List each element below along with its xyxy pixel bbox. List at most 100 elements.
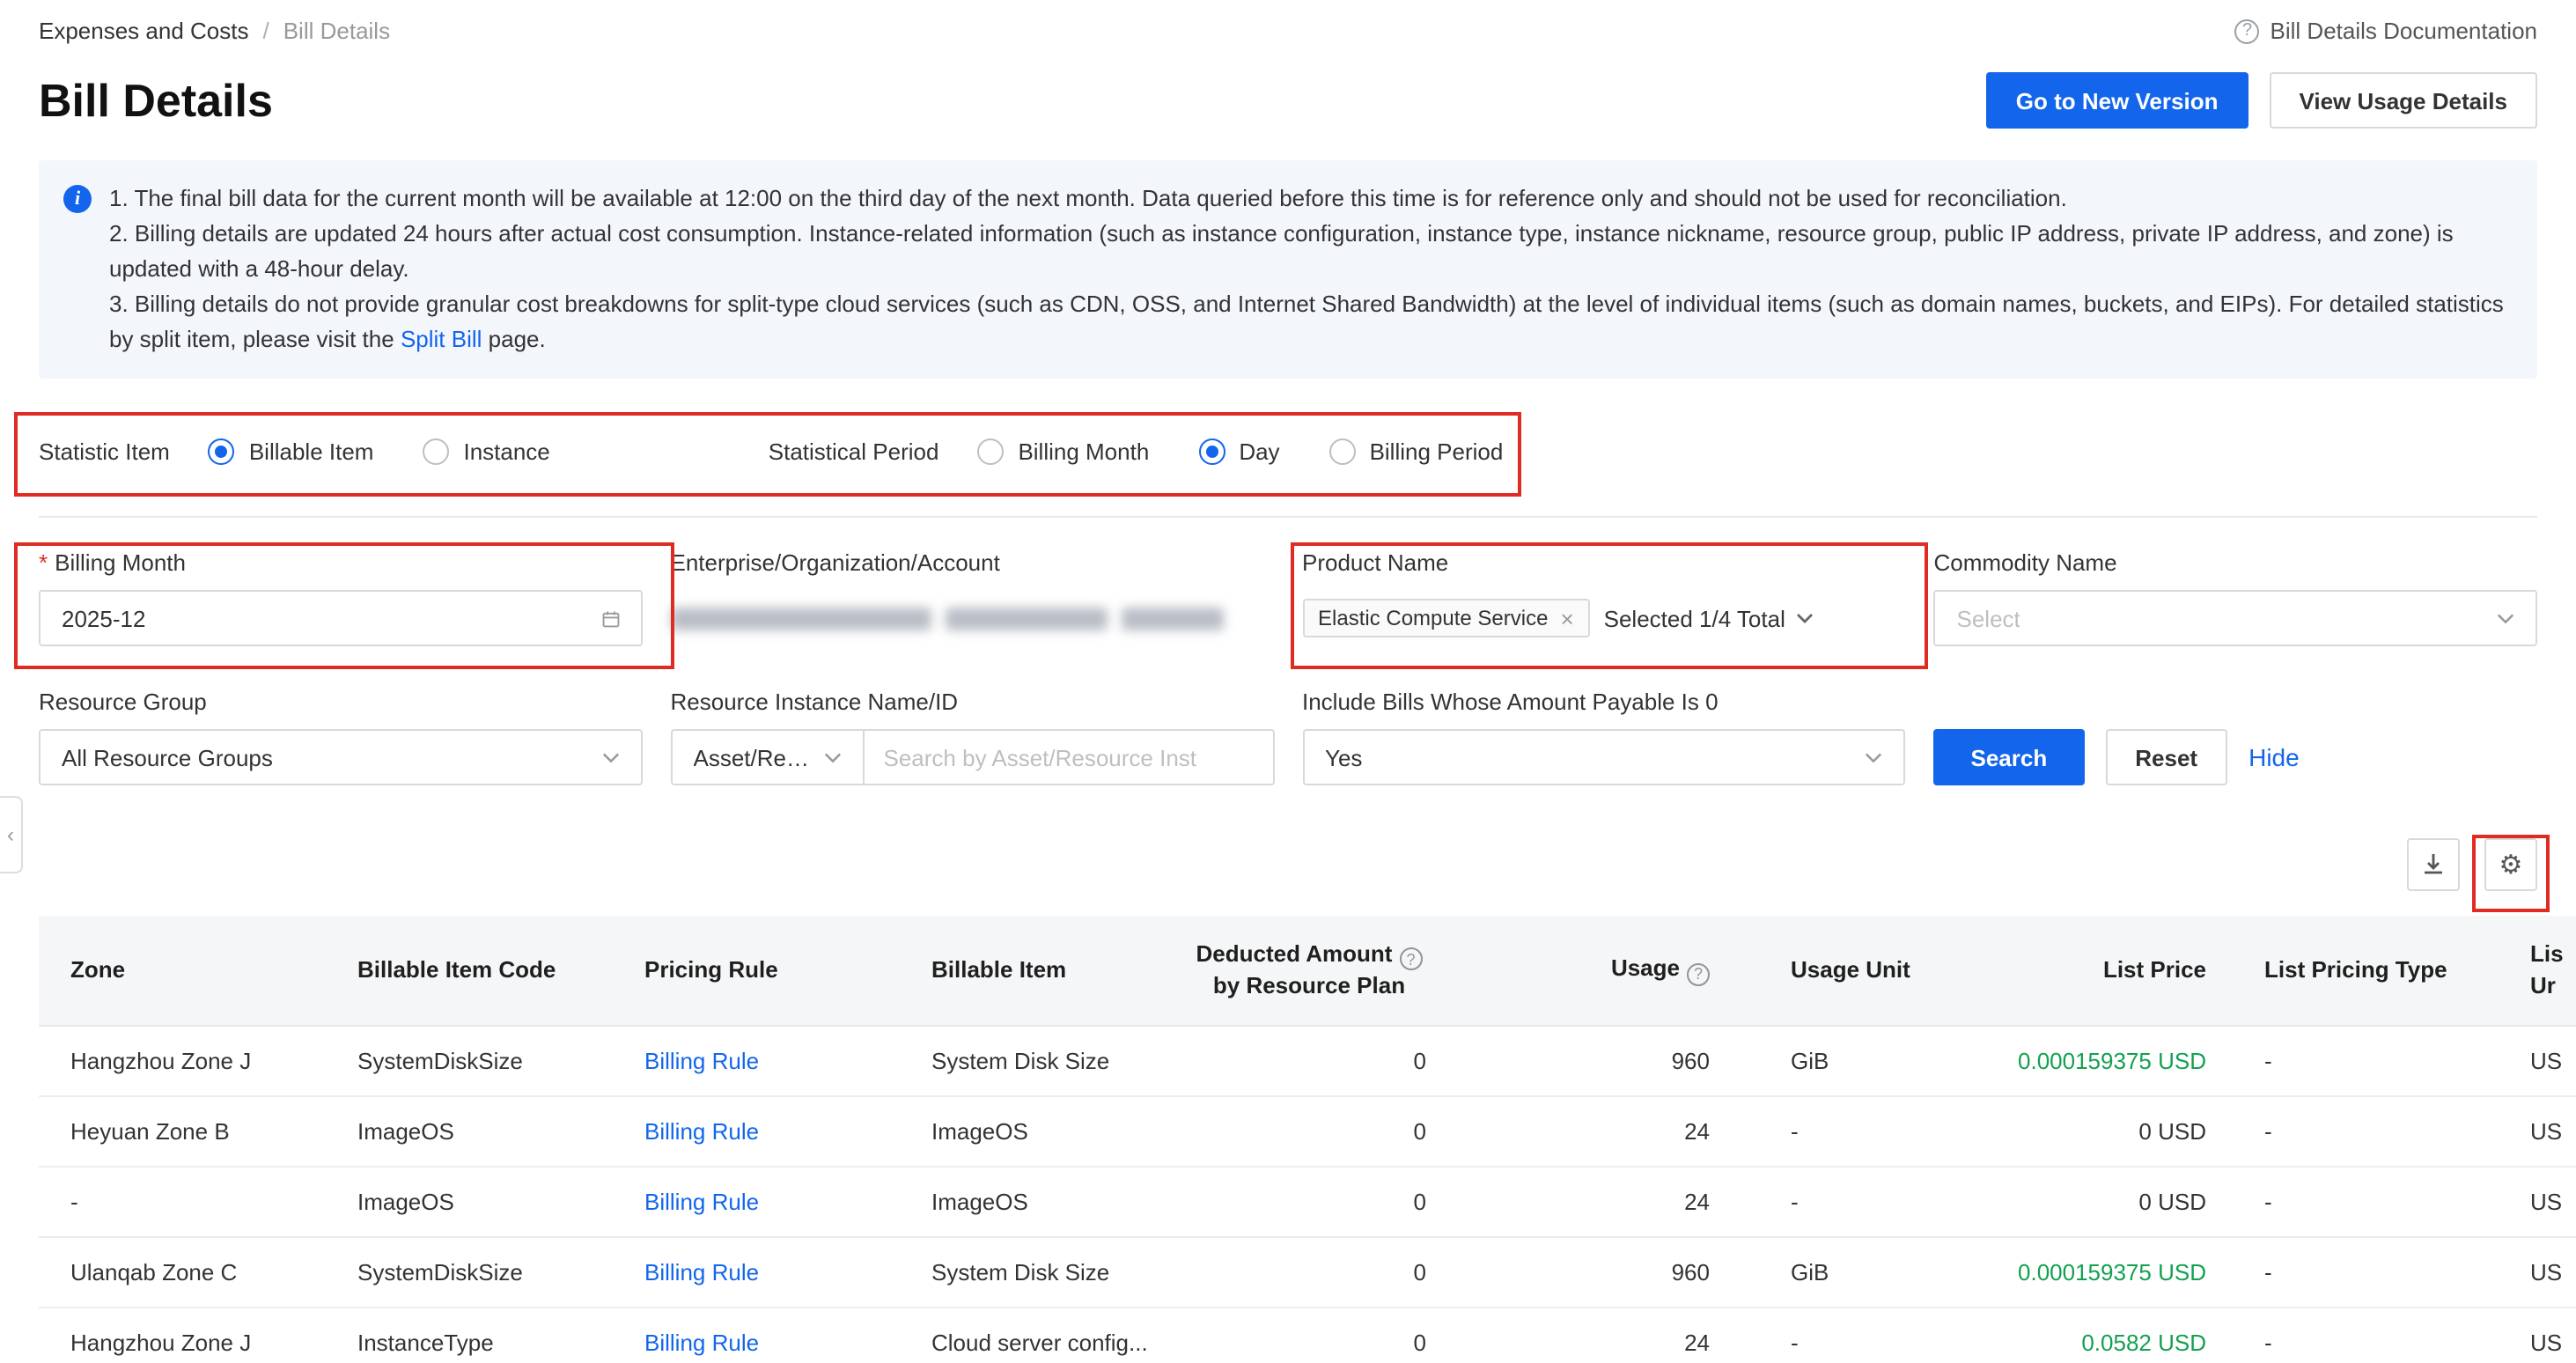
search-button[interactable]: Search bbox=[1934, 729, 2085, 785]
redacted-bar bbox=[671, 607, 931, 630]
breadcrumb-expenses[interactable]: Expenses and Costs bbox=[39, 18, 248, 44]
cell-price-unit: US bbox=[2481, 1236, 2576, 1307]
chevron-down-icon bbox=[2497, 612, 2514, 624]
radio-icon[interactable] bbox=[977, 438, 1004, 464]
question-circle-icon[interactable]: ? bbox=[1687, 962, 1710, 985]
cell-price-unit: US bbox=[2481, 1095, 2576, 1166]
billing-rule-link[interactable]: Billing Rule bbox=[644, 1330, 759, 1356]
settings-button[interactable]: ⚙ bbox=[2484, 838, 2537, 891]
cell-code: ImageOS bbox=[347, 1166, 634, 1236]
cell-price: 0.0582 USD bbox=[2016, 1307, 2234, 1363]
product-name-select[interactable]: Elastic Compute Service × Selected 1/4 T… bbox=[1302, 590, 1906, 646]
cell-zone: - bbox=[39, 1166, 347, 1236]
col-pricing-rule: Pricing Rule bbox=[634, 916, 921, 1025]
price-value: 0 USD bbox=[2138, 1117, 2206, 1144]
deducted-header-line1: Deducted Amount bbox=[1196, 939, 1393, 966]
cell-pricing-type: - bbox=[2234, 1166, 2481, 1236]
col-list-price: List Price bbox=[2016, 916, 2234, 1025]
question-circle-icon[interactable]: ? bbox=[1399, 947, 1422, 970]
col-usage-unit: Usage Unit bbox=[1717, 916, 2016, 1025]
header-buttons: Go to New Version View Usage Details bbox=[1986, 72, 2537, 129]
cell-pricing-rule: Billing Rule bbox=[634, 1166, 921, 1236]
resource-instance-type-value: Asset/Reso... bbox=[694, 744, 810, 770]
price-value: 0.000159375 USD bbox=[2018, 1047, 2206, 1073]
resource-group-select[interactable]: All Resource Groups bbox=[39, 729, 643, 785]
radio-day-label: Day bbox=[1239, 438, 1279, 464]
filter-form: * Billing Month 2025-12 Enterprise/Organ… bbox=[39, 549, 2537, 785]
price-value: 0 USD bbox=[2138, 1188, 2206, 1214]
breadcrumb: Expenses and Costs / Bill Details bbox=[39, 18, 390, 44]
resource-instance-field: Resource Instance Name/ID Asset/Reso... bbox=[671, 689, 1275, 785]
hide-link[interactable]: Hide bbox=[2248, 743, 2300, 771]
notice-line-3: 3. Billing details do not provide granul… bbox=[109, 287, 2509, 357]
table-row: Hangzhou Zone J SystemDiskSize Billing R… bbox=[39, 1025, 2576, 1095]
radio-icon[interactable] bbox=[1198, 438, 1225, 464]
commodity-name-label: Commodity Name bbox=[1934, 549, 2538, 576]
resource-instance-search-input[interactable] bbox=[865, 729, 1275, 785]
chevron-down-icon bbox=[602, 751, 620, 763]
cell-pricing-rule: Billing Rule bbox=[634, 1307, 921, 1363]
close-icon[interactable]: × bbox=[1560, 607, 1573, 630]
col-list-price-unit: Lis Ur bbox=[2481, 916, 2576, 1025]
radio-billing-period[interactable]: Billing Period bbox=[1329, 438, 1504, 464]
billing-month-input[interactable]: 2025-12 bbox=[39, 590, 643, 646]
sidebar-collapse-handle[interactable]: ‹ bbox=[0, 796, 23, 873]
col-deducted-amount: Deducted Amount? by Resource Plan bbox=[1185, 916, 1433, 1025]
cell-price-unit: US bbox=[2481, 1025, 2576, 1095]
gear-icon: ⚙ bbox=[2499, 851, 2523, 878]
resource-group-field: Resource Group All Resource Groups bbox=[39, 689, 643, 785]
cell-item: System Disk Size bbox=[921, 1025, 1185, 1095]
cell-item: ImageOS bbox=[921, 1166, 1185, 1236]
notice-line-2: 2. Billing details are updated 24 hours … bbox=[109, 217, 2509, 287]
calendar-icon bbox=[602, 607, 620, 630]
radio-icon[interactable] bbox=[423, 438, 449, 464]
billing-rule-link[interactable]: Billing Rule bbox=[644, 1188, 759, 1214]
include-zero-select[interactable]: Yes bbox=[1302, 729, 1906, 785]
cell-price-unit: US bbox=[2481, 1307, 2576, 1363]
statistic-filter-row: Statistic Item Billable Item Instance St… bbox=[39, 410, 2537, 491]
radio-day[interactable]: Day bbox=[1198, 438, 1279, 464]
commodity-name-placeholder: Select bbox=[1957, 605, 2020, 631]
product-selected-summary[interactable]: Selected 1/4 Total bbox=[1604, 605, 1814, 631]
resource-instance-combo: Asset/Reso... bbox=[671, 729, 1275, 785]
chevron-down-icon bbox=[1866, 751, 1883, 763]
cell-usage: 24 bbox=[1433, 1095, 1717, 1166]
billing-rule-link[interactable]: Billing Rule bbox=[644, 1258, 759, 1285]
cell-zone: Hangzhou Zone J bbox=[39, 1307, 347, 1363]
chevron-down-icon bbox=[824, 751, 842, 763]
radio-billable-item[interactable]: Billable Item bbox=[209, 438, 374, 464]
billing-rule-link[interactable]: Billing Rule bbox=[644, 1117, 759, 1144]
redacted-bar bbox=[1122, 607, 1224, 630]
split-bill-link[interactable]: Split Bill bbox=[401, 326, 482, 352]
table-row: Heyuan Zone B ImageOS Billing Rule Image… bbox=[39, 1095, 2576, 1166]
chevron-down-icon bbox=[1796, 613, 1814, 623]
go-to-new-version-button[interactable]: Go to New Version bbox=[1986, 72, 2248, 129]
cell-price-unit: US bbox=[2481, 1166, 2576, 1236]
product-name-field: Product Name Elastic Compute Service × S… bbox=[1302, 549, 1906, 646]
commodity-name-select[interactable]: Select bbox=[1934, 590, 2538, 646]
radio-icon[interactable] bbox=[209, 438, 235, 464]
documentation-link[interactable]: ? Bill Details Documentation bbox=[2235, 18, 2537, 44]
download-button[interactable] bbox=[2407, 838, 2460, 891]
radio-icon[interactable] bbox=[1329, 438, 1356, 464]
info-icon: i bbox=[63, 185, 92, 213]
table-toolbar: ⚙ bbox=[39, 838, 2537, 891]
cell-code: SystemDiskSize bbox=[347, 1236, 634, 1307]
usage-header-text: Usage bbox=[1611, 954, 1680, 981]
billing-rule-link[interactable]: Billing Rule bbox=[644, 1047, 759, 1073]
radio-billing-month[interactable]: Billing Month bbox=[977, 438, 1149, 464]
documentation-link-label: Bill Details Documentation bbox=[2271, 18, 2537, 44]
radio-instance[interactable]: Instance bbox=[423, 438, 549, 464]
cell-usage: 960 bbox=[1433, 1025, 1717, 1095]
cell-zone: Ulanqab Zone C bbox=[39, 1236, 347, 1307]
table-row: Ulanqab Zone C SystemDiskSize Billing Ru… bbox=[39, 1236, 2576, 1307]
bill-table-container: Zone Billable Item Code Pricing Rule Bil… bbox=[39, 916, 2576, 1363]
cell-pricing-type: - bbox=[2234, 1236, 2481, 1307]
chevron-left-icon: ‹ bbox=[7, 822, 14, 847]
view-usage-details-button[interactable]: View Usage Details bbox=[2269, 72, 2537, 129]
include-zero-value: Yes bbox=[1325, 744, 1362, 770]
notice-text: 1. The final bill data for the current m… bbox=[109, 181, 2509, 357]
reset-button[interactable]: Reset bbox=[2105, 729, 2227, 785]
resource-instance-type-select[interactable]: Asset/Reso... bbox=[671, 729, 865, 785]
cell-unit: - bbox=[1717, 1166, 2016, 1236]
